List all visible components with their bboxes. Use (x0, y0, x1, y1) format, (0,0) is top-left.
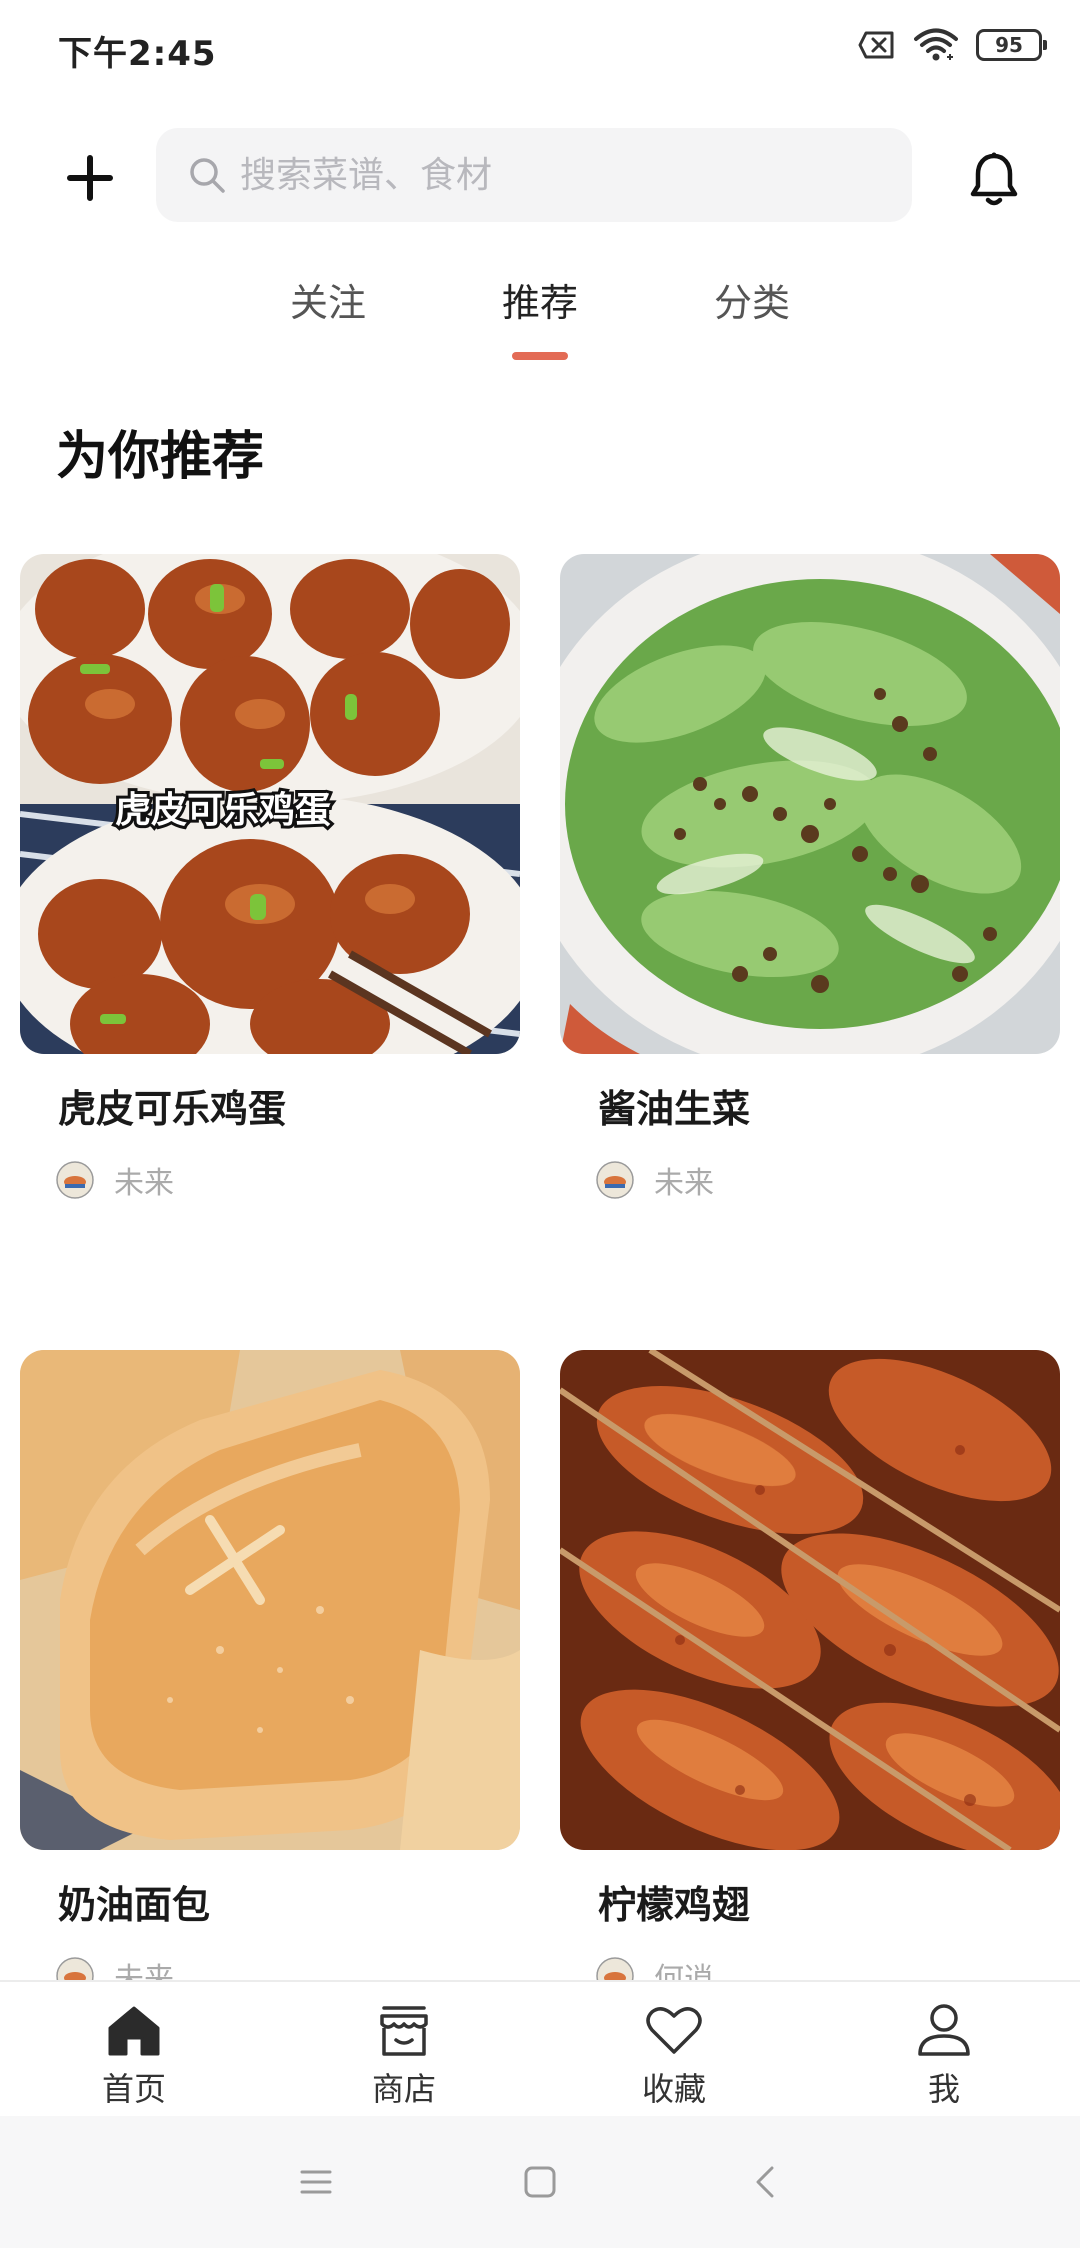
nav-label: 收藏 (641, 2070, 706, 2108)
recipe-image (560, 554, 1060, 1054)
user-icon (918, 2004, 970, 2056)
bottom-nav: 首页 商店 收藏 我 (0, 1980, 1080, 2116)
recipe-title: 柠檬鸡翅 (598, 1883, 751, 1927)
system-nav-bar (0, 2116, 1080, 2248)
recipe-card[interactable]: 柠檬鸡翅 何逍 (560, 1350, 1060, 1997)
bell-icon[interactable] (964, 150, 1024, 210)
search-bar[interactable] (156, 128, 912, 222)
status-time: 下午2:45 (58, 34, 217, 74)
nav-item-home[interactable]: 首页 (54, 2000, 214, 2110)
sim-off-icon (858, 31, 894, 59)
header (0, 128, 1080, 224)
recipe-card[interactable]: 虎皮可乐鸡蛋 虎皮可乐鸡蛋 未来 (20, 554, 520, 1201)
tab-category[interactable]: 分类 (672, 272, 832, 327)
nav-item-favorites[interactable]: 收藏 (594, 2000, 754, 2110)
search-input[interactable] (240, 154, 840, 196)
recipe-image: 虎皮可乐鸡蛋 (20, 554, 520, 1054)
recipe-image (560, 1350, 1060, 1850)
plus-icon[interactable] (62, 150, 118, 206)
author-name: 未来 (114, 1166, 174, 1201)
author-name: 未来 (654, 1166, 714, 1201)
recipe-author[interactable]: 未来 (596, 1158, 714, 1202)
menu-icon[interactable] (296, 2162, 336, 2202)
nav-item-profile[interactable]: 我 (864, 2000, 1024, 2110)
nav-label: 我 (927, 2070, 960, 2108)
recipe-author[interactable]: 未来 (56, 1158, 174, 1202)
nav-label: 商店 (371, 2070, 436, 2108)
battery-icon: 95 (976, 29, 1047, 61)
avatar (596, 1161, 634, 1199)
heart-icon (646, 2007, 702, 2054)
active-tab-indicator (512, 352, 568, 360)
status-bar: 下午2:45 95 (0, 0, 1080, 96)
wifi-icon (914, 28, 958, 61)
battery-level: 95 (995, 33, 1023, 57)
home-icon (108, 2006, 160, 2056)
status-icons: 95 (858, 28, 1047, 62)
section-title: 为你推荐 (56, 427, 265, 487)
recipe-image-caption: 虎皮可乐鸡蛋 (115, 789, 331, 831)
tab-bar: 关注 推荐 分类 (0, 272, 1080, 368)
recipe-title: 虎皮可乐鸡蛋 (58, 1087, 287, 1131)
recipe-title: 奶油面包 (58, 1883, 211, 1927)
tab-recommend[interactable]: 推荐 (460, 272, 620, 327)
recipe-card[interactable]: 奶油面包 未来 (20, 1350, 520, 1997)
search-icon (190, 158, 225, 193)
recipe-image (20, 1350, 520, 1850)
shop-icon (380, 2006, 428, 2056)
nav-item-shop[interactable]: 商店 (324, 2000, 484, 2110)
recipe-card[interactable]: 酱油生菜 未来 (560, 554, 1060, 1201)
back-icon[interactable] (746, 2162, 786, 2202)
avatar (56, 1161, 94, 1199)
home-square-icon[interactable] (520, 2162, 560, 2202)
recipe-title: 酱油生菜 (598, 1087, 751, 1131)
tab-follow[interactable]: 关注 (248, 272, 408, 327)
nav-label: 首页 (101, 2070, 166, 2108)
